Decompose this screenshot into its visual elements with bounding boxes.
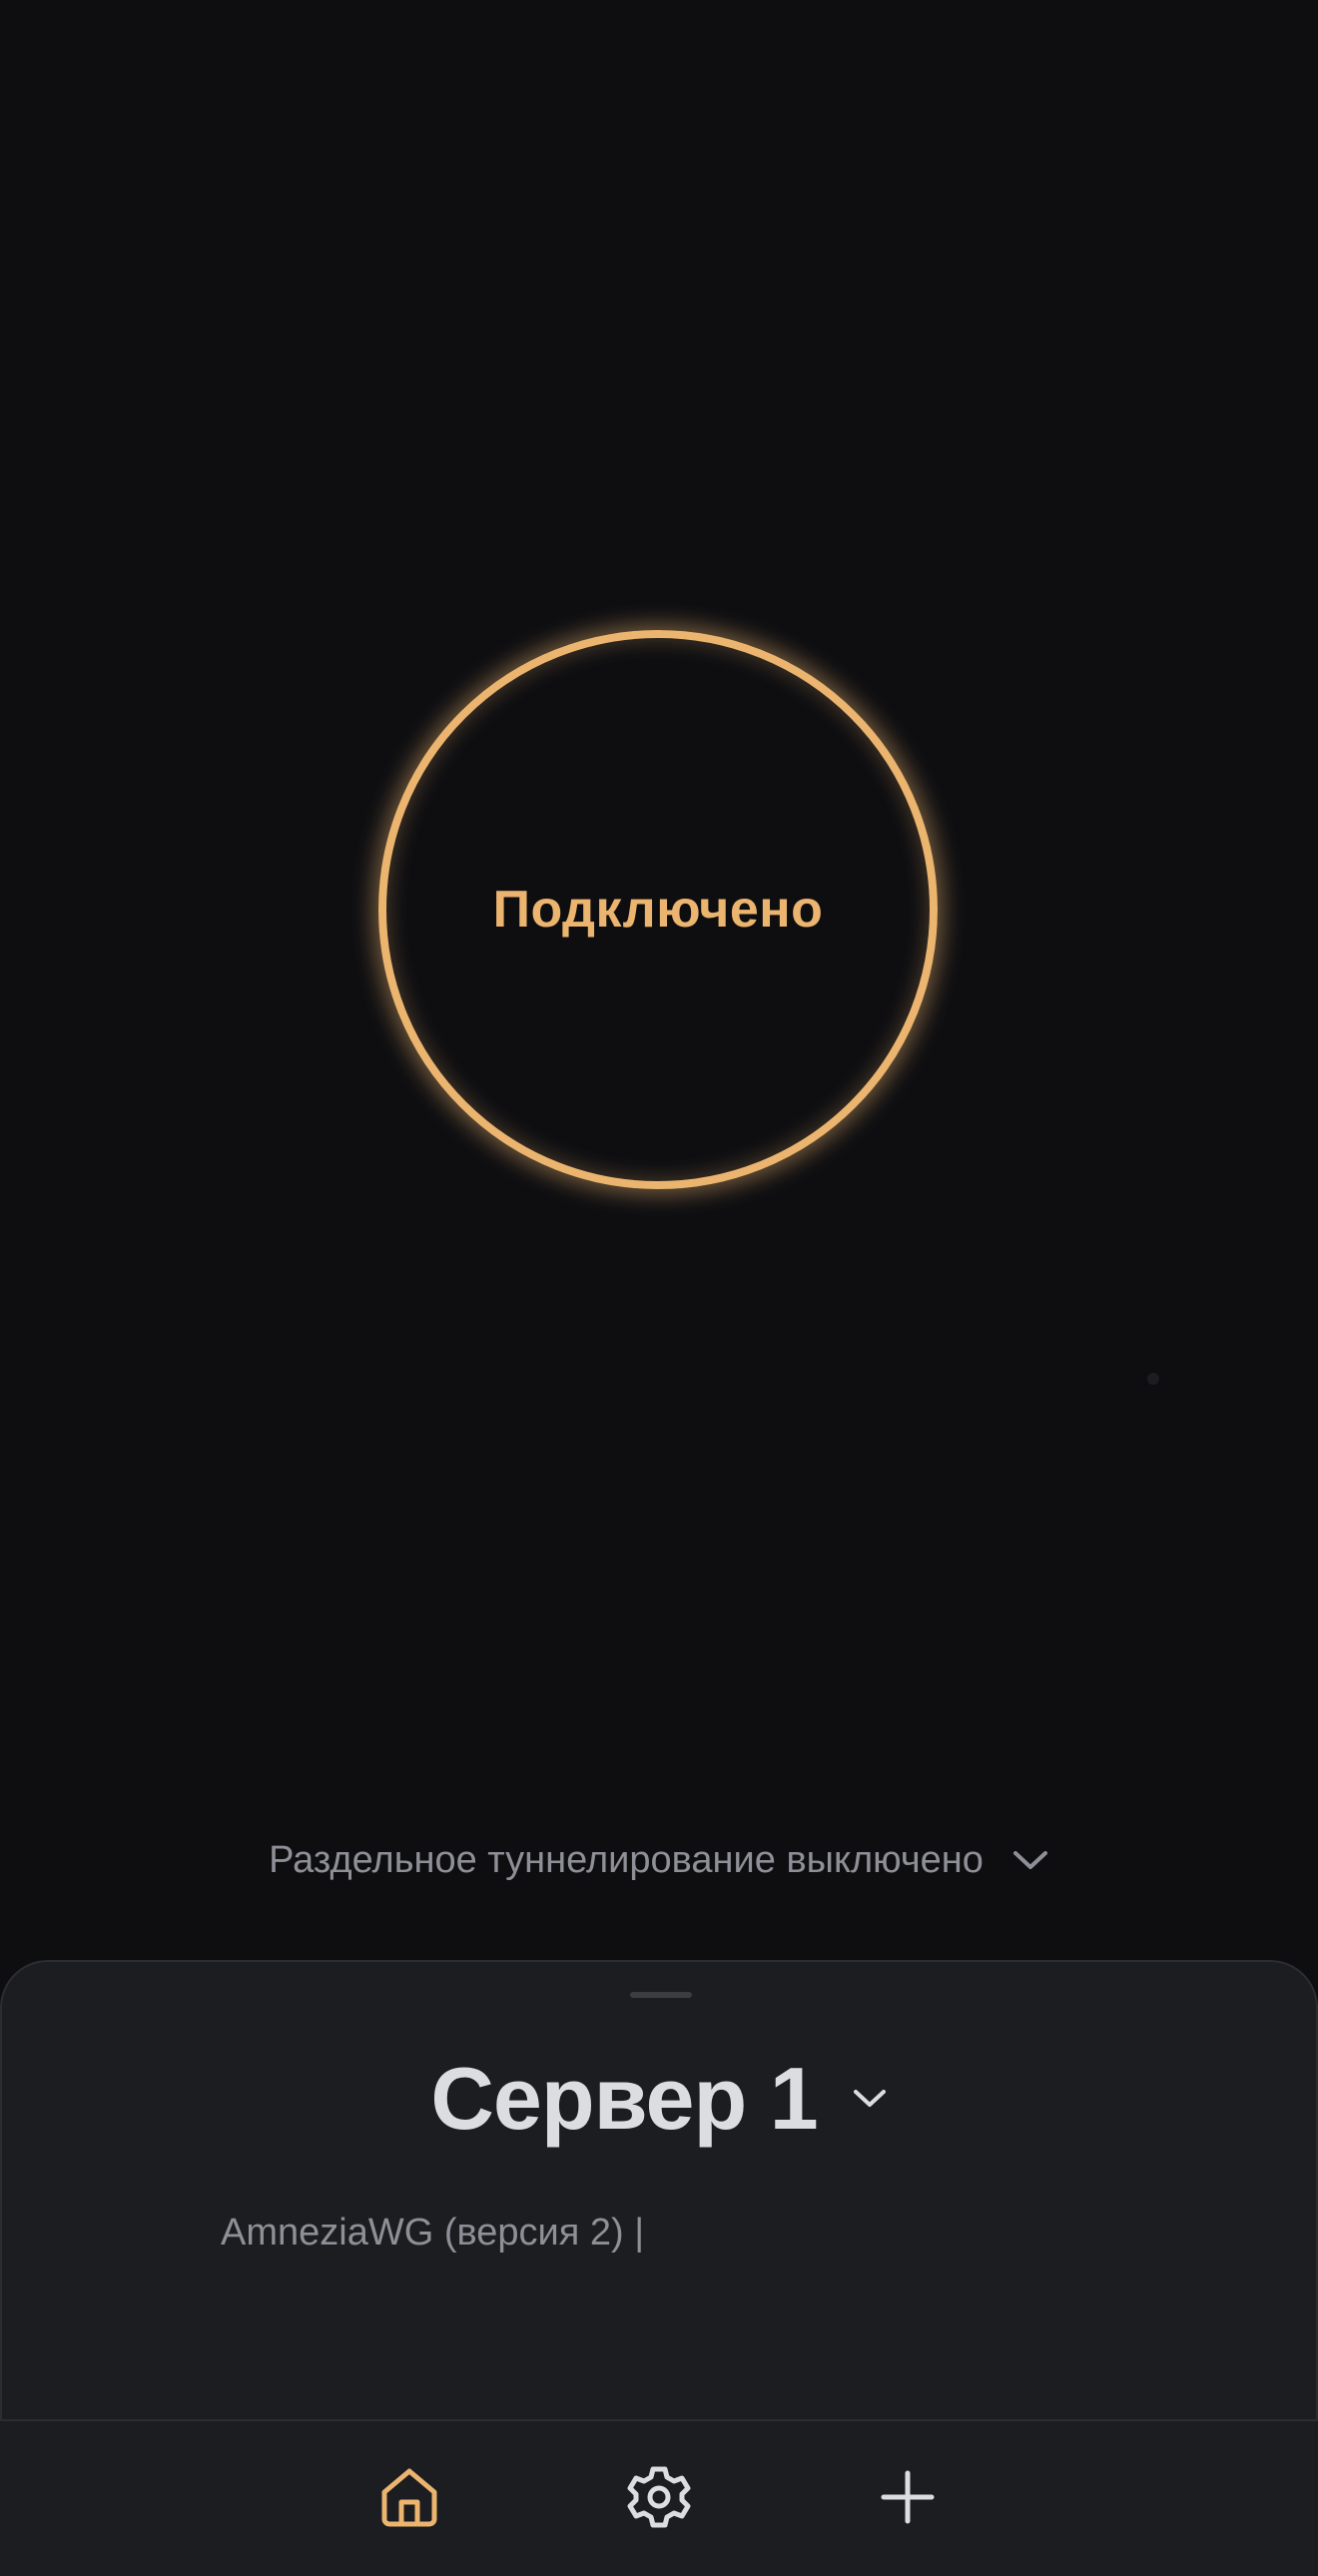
sheet-drag-handle[interactable]: [630, 1992, 692, 1998]
nav-settings-tab[interactable]: [619, 2457, 699, 2537]
server-protocol-info: AmneziaWG (версия 2) |: [221, 2212, 645, 2254]
plus-icon: [880, 2469, 936, 2525]
split-tunneling-toggle[interactable]: Раздельное туннелирование выключено: [0, 1827, 1318, 1893]
bottom-navigation: [0, 2419, 1318, 2576]
server-name: Сервер 1: [430, 2049, 818, 2148]
chevron-down-icon: [852, 2087, 888, 2111]
connection-status-label: Подключено: [492, 881, 824, 939]
server-selector[interactable]: Сервер 1: [2, 2044, 1316, 2154]
nav-home-tab[interactable]: [369, 2457, 449, 2537]
split-tunneling-label: Раздельное туннелирование выключено: [269, 1838, 984, 1881]
main-screen: Подключено Раздельное туннелирование вык…: [0, 0, 1318, 2576]
nav-add-server-tab[interactable]: [868, 2457, 948, 2537]
chevron-down-icon: [1011, 1848, 1049, 1872]
gear-icon: [625, 2463, 693, 2531]
connect-button[interactable]: Подключено: [378, 630, 938, 1189]
home-icon: [376, 2464, 442, 2530]
decorative-dot: [1147, 1373, 1159, 1385]
